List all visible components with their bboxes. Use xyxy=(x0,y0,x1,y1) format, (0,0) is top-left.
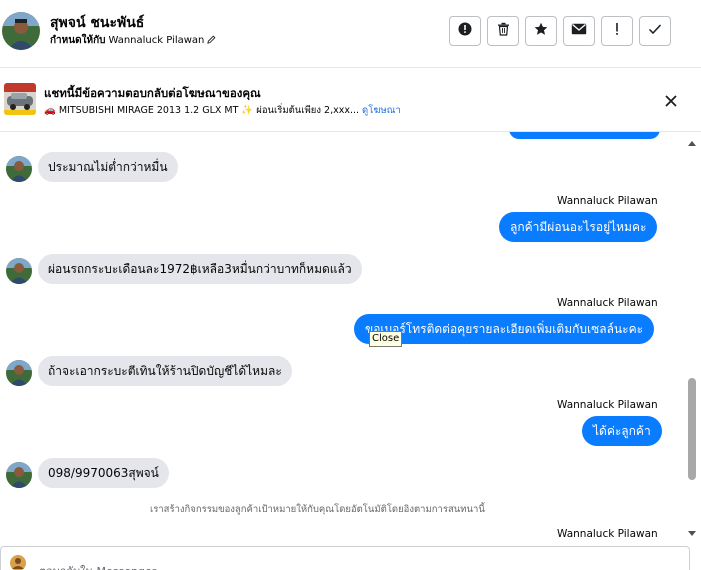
sender-name: Wannaluck Pilawan xyxy=(557,297,658,309)
close-icon xyxy=(660,95,682,116)
ad-reply-banner: แชทนี้มีข้อความตอบกลับต่อโฆษณาของคุณ 🚗 M… xyxy=(0,69,701,132)
contact-name: สุพจน์ ชนะพันธ์ xyxy=(50,15,145,31)
outgoing-message: ได้ค่ะลูกค้า xyxy=(582,416,662,446)
mark-done-button[interactable] xyxy=(639,16,671,46)
contact-avatar-small xyxy=(6,360,32,386)
ad-thumbnail[interactable] xyxy=(4,83,36,115)
mark-spam-button[interactable] xyxy=(449,16,481,46)
contact-avatar[interactable] xyxy=(2,12,40,50)
system-notice: เราสร้างกิจกรรมของลูกค้าเป้าหมายให้กับคุ… xyxy=(150,504,485,515)
contact-avatar-small xyxy=(6,462,32,488)
reply-input[interactable] xyxy=(39,561,539,570)
mark-unread-button[interactable] xyxy=(563,16,595,46)
alert-circle-icon xyxy=(458,22,472,40)
ad-description: 🚗 MITSUBISHI MIRAGE 2013 1.2 GLX MT ✨ ผ่… xyxy=(44,103,401,118)
sender-name: Wannaluck Pilawan xyxy=(557,528,658,540)
incoming-message: ผ่อนรถกระบะเดือนละ1972฿เหลือ3หมื่นกว่าบา… xyxy=(38,254,362,284)
sender-name: Wannaluck Pilawan xyxy=(557,195,658,207)
exclamation-icon xyxy=(615,22,619,40)
sender-name: Wannaluck Pilawan xyxy=(557,399,658,411)
incoming-message: ถ้าจะเอากระบะตีเทินให้ร้านปิดบัญชีได้ไหม… xyxy=(38,356,292,386)
outgoing-message: ลูกค้ามีผ่อนอะไรอยู่ไหมคะ xyxy=(499,212,658,242)
scroll-up-arrow-icon[interactable] xyxy=(686,134,698,146)
star-icon xyxy=(534,22,548,40)
scroll-down-arrow-icon[interactable] xyxy=(686,525,698,537)
message-thread: ประมาณไม่ต่ำกว่าหมื่น Wannaluck Pilawan … xyxy=(0,132,685,544)
close-banner-button[interactable] xyxy=(660,90,682,112)
follow-up-button[interactable] xyxy=(601,16,633,46)
scrollbar-thumb[interactable] xyxy=(688,378,696,480)
incoming-message: 098/9970063สุพจน์ xyxy=(38,458,169,488)
incoming-message: ประมาณไม่ต่ำกว่าหมื่น xyxy=(38,152,178,182)
check-icon xyxy=(648,23,662,39)
assigned-label: กำหนดให้กับ xyxy=(50,35,106,46)
view-ad-link[interactable]: ดูโฆษณา xyxy=(362,105,401,116)
contact-avatar-small xyxy=(6,156,32,182)
star-button[interactable] xyxy=(525,16,557,46)
reply-composer xyxy=(0,546,690,570)
trash-icon xyxy=(497,22,510,40)
contact-avatar-small xyxy=(6,258,32,284)
pencil-icon[interactable] xyxy=(207,35,216,47)
close-tooltip: Close xyxy=(369,331,403,347)
ad-banner-title: แชทนี้มีข้อความตอบกลับต่อโฆษณาของคุณ xyxy=(44,86,261,100)
messenger-avatar-icon xyxy=(9,554,27,570)
assignment-row: กำหนดให้กับ Wannaluck Pilawan xyxy=(50,33,216,48)
delete-button[interactable] xyxy=(487,16,519,46)
conversation-header: สุพจน์ ชนะพันธ์ กำหนดให้กับ Wannaluck Pi… xyxy=(0,0,701,68)
envelope-icon xyxy=(571,23,587,39)
scrollbar-track[interactable] xyxy=(685,132,701,544)
outgoing-message-partial xyxy=(509,132,660,139)
assigned-agent[interactable]: Wannaluck Pilawan xyxy=(108,35,204,46)
header-actions xyxy=(449,16,671,46)
ad-description-text: 🚗 MITSUBISHI MIRAGE 2013 1.2 GLX MT ✨ ผ่… xyxy=(44,105,363,116)
